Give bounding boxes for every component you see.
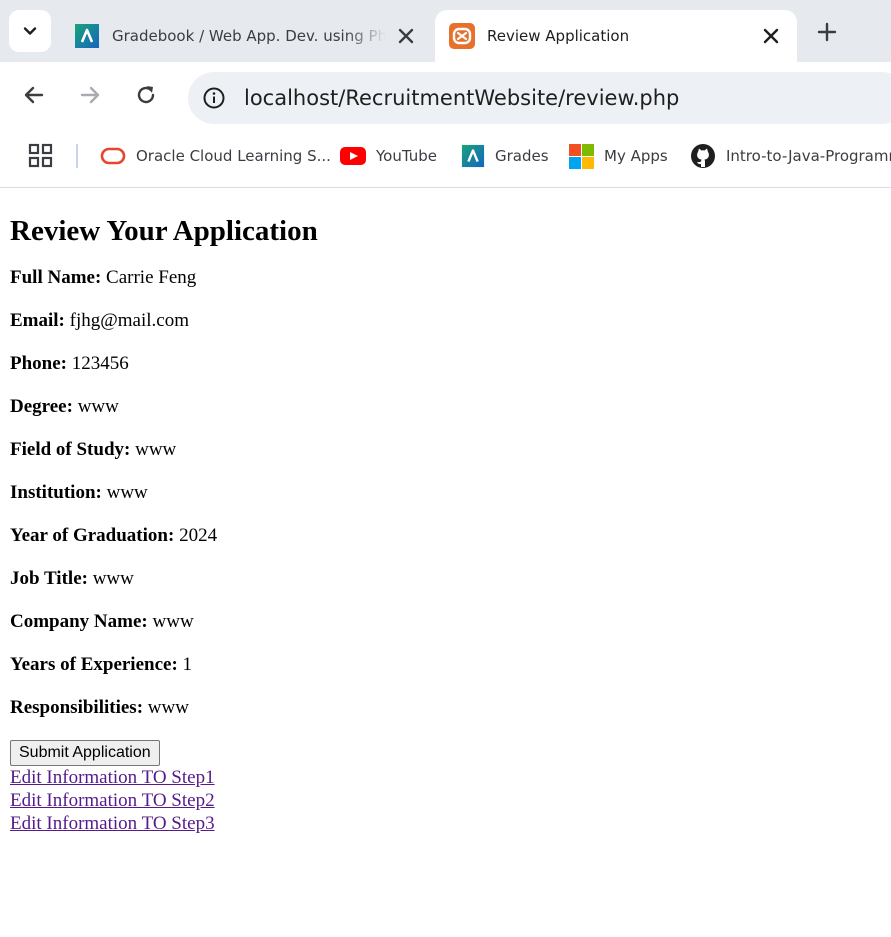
field-job-title: Job Title: www: [10, 568, 881, 590]
edit-step3-link[interactable]: Edit Information TO Step3: [10, 812, 881, 835]
field-value: www: [92, 568, 134, 589]
oracle-icon: [100, 147, 126, 165]
url-text[interactable]: localhost/RecruitmentWebsite/review.php: [244, 86, 679, 110]
grades-icon: [75, 24, 99, 48]
page-title: Review Your Application: [10, 215, 318, 247]
field-label: Years of Experience:: [10, 654, 178, 675]
bookmark-github[interactable]: Intro-to-Java-Programming: [690, 140, 891, 172]
tab-search-button[interactable]: [9, 10, 51, 52]
tab-review-application[interactable]: Review Application: [435, 10, 797, 62]
field-value: 1: [182, 654, 193, 675]
field-label: Responsibilities:: [10, 697, 144, 718]
field-value: fjhg@mail.com: [69, 310, 189, 331]
field-year-of-graduation: Year of Graduation: 2024: [10, 525, 881, 547]
tab-strip: Gradebook / Web App. Dev. using PhP Revi…: [0, 0, 891, 62]
review-fields: Full Name: Carrie Feng Email: fjhg@mail.…: [10, 267, 881, 719]
field-email: Email: fjhg@mail.com: [10, 310, 881, 332]
field-value: www: [77, 396, 119, 417]
back-arrow-icon[interactable]: [21, 82, 47, 108]
field-years-of-experience: Years of Experience: 1: [10, 654, 881, 676]
field-value: Carrie Feng: [106, 267, 197, 288]
bookmark-label: Oracle Cloud Learning S...: [136, 147, 331, 165]
edit-step2-link[interactable]: Edit Information TO Step2: [10, 789, 881, 812]
close-icon[interactable]: [761, 26, 781, 46]
new-tab-plus-icon[interactable]: [815, 20, 839, 44]
field-full-name: Full Name: Carrie Feng: [10, 267, 881, 289]
apps-grid-icon[interactable]: [28, 143, 54, 169]
edit-step1-link[interactable]: Edit Information TO Step1: [10, 766, 881, 789]
tab-title: Gradebook / Web App. Dev. using PhP: [112, 27, 386, 45]
field-label: Degree:: [10, 396, 73, 417]
github-icon: [691, 144, 715, 168]
field-label: Field of Study:: [10, 439, 131, 460]
field-value: 123456: [71, 353, 129, 374]
field-label: Institution:: [10, 482, 102, 503]
bookmark-grades[interactable]: Grades: [461, 140, 549, 172]
address-bar[interactable]: localhost/RecruitmentWebsite/review.php: [188, 72, 891, 124]
tab-gradebook[interactable]: Gradebook / Web App. Dev. using PhP: [60, 10, 432, 62]
forward-arrow-icon[interactable]: [77, 82, 103, 108]
page-content: Review Your Application Full Name: Carri…: [0, 189, 891, 937]
field-label: Company Name:: [10, 611, 148, 632]
bookmarks-bar: Oracle Cloud Learning S... YouTube Grade…: [0, 126, 891, 188]
browser-toolbar: localhost/RecruitmentWebsite/review.php: [0, 62, 891, 126]
field-value: www: [135, 439, 177, 460]
tab-title: Review Application: [487, 27, 630, 45]
youtube-icon: [340, 147, 366, 165]
field-label: Full Name:: [10, 267, 102, 288]
field-value: www: [152, 611, 194, 632]
field-degree: Degree: www: [10, 396, 881, 418]
field-responsibilities: Responsibilities: www: [10, 697, 881, 719]
chevron-down-icon: [23, 27, 37, 35]
reload-icon[interactable]: [133, 82, 159, 108]
close-icon[interactable]: [396, 26, 416, 46]
field-field-of-study: Field of Study: www: [10, 439, 881, 461]
field-phone: Phone: 123456: [10, 353, 881, 375]
bookmarks-divider: [76, 144, 78, 168]
submit-application-button[interactable]: Submit Application: [10, 740, 160, 766]
field-company-name: Company Name: www: [10, 611, 881, 633]
microsoft-icon: [569, 143, 594, 169]
bookmark-label: Intro-to-Java-Programming: [726, 147, 891, 165]
field-value: www: [147, 697, 189, 718]
bookmark-label: Grades: [495, 147, 549, 165]
bookmark-label: My Apps: [604, 147, 668, 165]
bookmark-youtube[interactable]: YouTube: [340, 140, 437, 172]
field-value: www: [106, 482, 148, 503]
bookmark-my-apps[interactable]: My Apps: [569, 140, 668, 172]
field-institution: Institution: www: [10, 482, 881, 504]
field-label: Year of Graduation:: [10, 525, 175, 546]
site-info-icon[interactable]: [202, 86, 226, 110]
xampp-icon: [449, 23, 475, 49]
field-value: 2024: [179, 525, 218, 546]
field-label: Email:: [10, 310, 65, 331]
field-label: Job Title:: [10, 568, 88, 589]
grades-icon: [461, 144, 485, 168]
field-label: Phone:: [10, 353, 67, 374]
bookmark-oracle[interactable]: Oracle Cloud Learning S...: [100, 140, 331, 172]
bookmark-label: YouTube: [376, 147, 437, 165]
